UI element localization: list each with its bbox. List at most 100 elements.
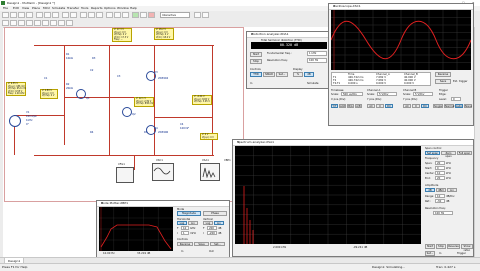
save-icon[interactable] (18, 12, 25, 18)
zoom-in-icon[interactable] (80, 12, 87, 18)
phase-button[interactable]: Phase (203, 211, 227, 216)
zoom-fit-icon[interactable] (96, 12, 103, 18)
zoom-out-icon[interactable] (88, 12, 95, 18)
magnitude-button[interactable]: Magnitude (177, 211, 201, 216)
mode-ba-button[interactable]: B/A (347, 104, 354, 108)
print-icon[interactable] (26, 12, 33, 18)
show-refer-button[interactable]: Show refer. (461, 244, 473, 252)
undo-icon[interactable] (62, 12, 69, 18)
run-icon[interactable] (132, 12, 139, 18)
oscilloscope-xsc1[interactable] (152, 163, 174, 181)
spectrum-set-button[interactable]: Set... (425, 251, 435, 256)
transistor-q4-symbol[interactable] (146, 125, 156, 135)
chb-dc-button[interactable]: DC (421, 104, 429, 108)
zero-span-button[interactable]: Zero span (441, 151, 456, 158)
cut-icon[interactable] (36, 12, 43, 18)
voltage-source-v1[interactable] (9, 115, 21, 127)
probe-6[interactable]: V: -4.24 V V(p-p): 8.65 V V(rms): 3.05 V (192, 95, 212, 105)
spectrum-analyzer-xsa1[interactable] (200, 163, 220, 181)
paste-icon[interactable] (52, 12, 59, 18)
graph-icon[interactable] (114, 12, 121, 18)
probe-4[interactable]: V: 2.83 V V(p-p): 0 V V(rms): 0 V (40, 89, 58, 99)
cha-dc-button[interactable]: DC (385, 104, 393, 108)
chb-ac-button[interactable]: AC (403, 104, 411, 108)
sinad-button[interactable]: SINAD (263, 72, 275, 77)
amp-dbm-button[interactable]: dBm (436, 188, 446, 192)
place-analog-icon[interactable] (34, 20, 41, 26)
vertical-lin-button[interactable]: Lin (214, 221, 224, 225)
ref-field[interactable]: -30 (435, 199, 445, 203)
ruler-icon[interactable] (202, 12, 209, 18)
mode-add-button[interactable]: Add (339, 104, 346, 108)
open-file-icon[interactable] (10, 12, 17, 18)
mode-ab-button[interactable]: A/B (355, 104, 362, 108)
component-icon[interactable] (106, 12, 113, 18)
thd-button[interactable]: THD (250, 72, 262, 77)
vertical-log-button[interactable]: Log (203, 221, 213, 225)
probe-1[interactable]: V: 17.3 V V(p-p): 0 V V(rms): 0 V V(dc):… (112, 28, 132, 42)
trig-normal-button[interactable]: Normal (444, 104, 454, 108)
start-freq-field[interactable]: 0 (435, 166, 445, 170)
horizontal-log-button[interactable]: Log (177, 221, 187, 225)
close-icon[interactable]: ✕ (333, 4, 471, 9)
end-freq-field[interactable]: 20 (435, 176, 445, 180)
channel-a-scale-field[interactable]: 5 V/Div (377, 92, 397, 96)
span-field[interactable]: 20 (435, 161, 445, 165)
probe-5[interactable]: V: 12.1 V V(p-p): 2.39 V V(rms): 838 mV (134, 97, 154, 107)
close-icon[interactable]: ✕ (251, 32, 327, 37)
distortion-analyzer-window[interactable]: Distortion analyzer-XDA1 ✕ Total harmoni… (246, 31, 330, 89)
place-diode-icon[interactable] (18, 20, 25, 26)
resolution-freq-field[interactable]: 100 Hz (433, 211, 453, 215)
bom-icon[interactable] (122, 12, 129, 18)
cha-zero-button[interactable]: 0 (376, 104, 384, 108)
vertical-f-field[interactable]: 200 (207, 226, 217, 230)
probe-3[interactable]: V: 9.55 V V(p-p): 186 mV V(rms): 65.6 mV… (6, 82, 26, 96)
copy-icon[interactable] (44, 12, 51, 18)
close-icon[interactable]: ✕ (237, 140, 471, 145)
horizontal-f-field[interactable]: 10 (181, 226, 189, 230)
percent-button[interactable]: % (293, 72, 303, 77)
bode-screen[interactable] (99, 207, 173, 251)
place-source-icon[interactable] (2, 20, 9, 26)
function-generator-xfg1[interactable] (116, 167, 134, 183)
reverse-button[interactable]: Reverse (435, 72, 451, 77)
save-button[interactable]: Save (435, 79, 451, 84)
horizontal-i-field[interactable]: 1 (181, 231, 189, 235)
distortion-analyzer-titlebar[interactable]: Distortion analyzer-XDA1 ✕ (247, 32, 329, 38)
resolution-freq-field[interactable]: 100 Hz (307, 58, 327, 63)
set-button[interactable]: Set... (276, 72, 288, 77)
mode-yt-button[interactable]: Y/T (331, 104, 338, 108)
place-cmos-icon[interactable] (50, 20, 57, 26)
trigger-level-field[interactable]: 0 (451, 97, 461, 101)
set-span-button[interactable]: Set span (425, 151, 440, 155)
close-icon[interactable]: ✕ (101, 201, 227, 206)
transistor-q3-symbol[interactable] (146, 71, 156, 81)
place-ttl-icon[interactable] (42, 20, 49, 26)
transistor-q2-symbol[interactable] (122, 107, 132, 117)
probe-2[interactable]: V: 18.2 V V(p-p): 0 V V(rms): 0 V V(dc):… (154, 28, 174, 40)
chb-zero-button[interactable]: 0 (412, 104, 420, 108)
range-field[interactable]: 10 (435, 194, 445, 198)
probe-7[interactable]: V: 0 V V(p-p): 0 V (200, 133, 218, 140)
amp-lin-button[interactable]: Lin (447, 188, 457, 192)
place-transistor-icon[interactable] (26, 20, 33, 26)
bode-reverse-button[interactable]: Reverse (177, 242, 193, 246)
cha-ac-button[interactable]: AC (367, 104, 375, 108)
spectrum-start-button[interactable]: Start (425, 244, 435, 249)
full-span-button[interactable]: Full span (457, 151, 472, 155)
place-basic-icon[interactable] (10, 20, 17, 26)
trig-none-button[interactable]: None (464, 104, 472, 108)
fundamental-freq-field[interactable]: 1 kHz (307, 51, 327, 56)
start-button[interactable]: Start (250, 52, 262, 57)
trig-auto-button[interactable]: Auto (455, 104, 463, 108)
bode-set-button[interactable]: Set... (210, 242, 225, 246)
center-freq-field[interactable]: 10 (435, 171, 445, 175)
pause-icon[interactable] (140, 12, 147, 18)
amp-db-button[interactable]: dB (425, 188, 435, 192)
place-indicator-icon[interactable] (58, 20, 65, 26)
spectrum-analyzer-window[interactable]: Spectrum analyzer-XSA1 ✕ 2.000 kHz -99.2… (232, 139, 474, 257)
trig-single-button[interactable]: Single (433, 104, 443, 108)
horizontal-lin-button[interactable]: Lin (188, 221, 198, 225)
new-file-icon[interactable] (2, 12, 9, 18)
redo-icon[interactable] (70, 12, 77, 18)
